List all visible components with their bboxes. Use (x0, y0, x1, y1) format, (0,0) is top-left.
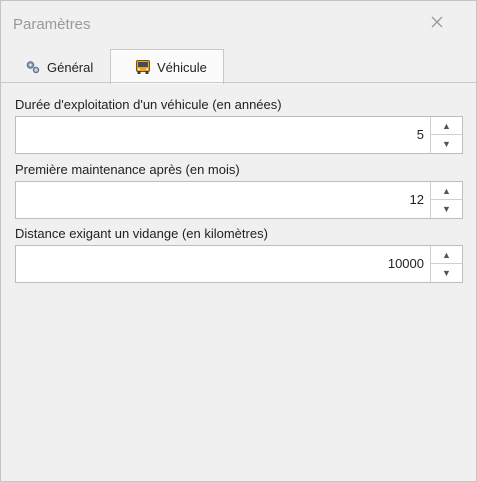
lifetime-decrement-button[interactable]: ▼ (431, 135, 462, 153)
chevron-up-icon: ▲ (442, 120, 451, 131)
first-maintenance-spin-buttons: ▲ ▼ (430, 182, 462, 218)
tab-vehicule-label: Véhicule (157, 59, 207, 75)
first-maintenance-increment-button[interactable]: ▲ (431, 182, 462, 200)
close-button[interactable] (428, 13, 446, 31)
chevron-up-icon: ▲ (442, 249, 451, 260)
tab-general-label: Général (47, 59, 94, 75)
first-maintenance-input[interactable] (16, 182, 424, 218)
chevron-down-icon: ▼ (442, 139, 451, 149)
lifetime-spin-buttons: ▲ ▼ (430, 117, 462, 153)
close-icon (431, 16, 443, 28)
lifetime-input[interactable] (16, 117, 424, 153)
chevron-up-icon: ▲ (442, 185, 451, 196)
tab-divider (1, 82, 476, 83)
chevron-down-icon: ▼ (442, 268, 451, 278)
oil-change-distance-spin-buttons: ▲ ▼ (430, 246, 462, 282)
oil-change-distance-input[interactable] (16, 246, 424, 282)
oil-change-distance-decrement-button[interactable]: ▼ (431, 264, 462, 282)
chevron-down-icon: ▼ (442, 204, 451, 214)
oil-change-distance-spinner[interactable]: ▲ ▼ (15, 245, 463, 283)
title-bar: Paramètres (1, 1, 476, 45)
gears-icon (26, 61, 40, 74)
first-maintenance-spinner[interactable]: ▲ ▼ (15, 181, 463, 219)
first-maintenance-decrement-button[interactable]: ▼ (431, 200, 462, 218)
lifetime-spinner[interactable]: ▲ ▼ (15, 116, 463, 154)
lifetime-increment-button[interactable]: ▲ (431, 117, 462, 135)
lifetime-label: Durée d'exploitation d'un véhicule (en a… (15, 97, 282, 112)
vehicle-icon (136, 60, 150, 74)
first-maintenance-label: Première maintenance après (en mois) (15, 162, 240, 177)
tab-strip: Général Véhicule (1, 49, 476, 84)
tab-vehicule[interactable]: Véhicule (110, 49, 224, 84)
settings-dialog: Paramètres Général Véhicule Durée d'expl… (0, 0, 477, 482)
oil-change-distance-label: Distance exigant un vidange (en kilomètr… (15, 226, 268, 241)
oil-change-distance-increment-button[interactable]: ▲ (431, 246, 462, 264)
window-title: Paramètres (13, 16, 91, 33)
